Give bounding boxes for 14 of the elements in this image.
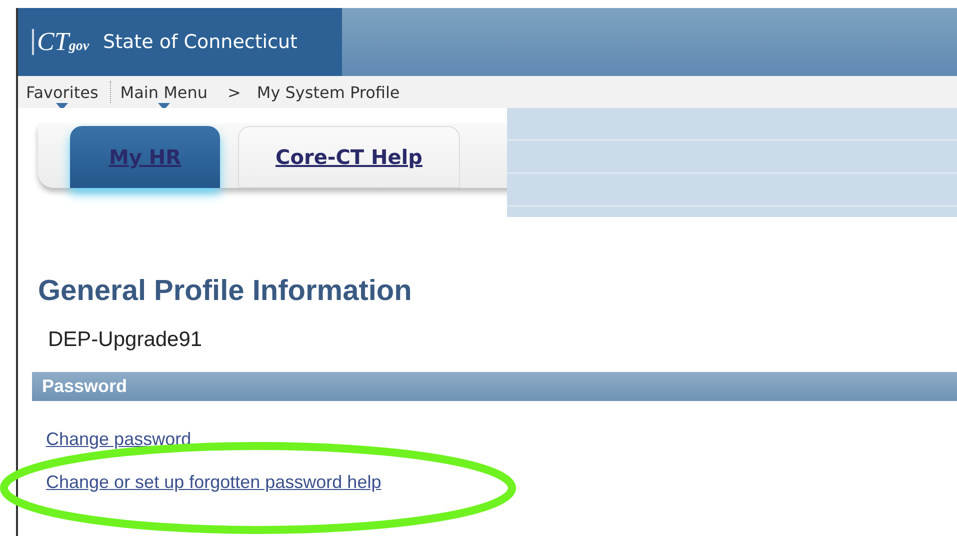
password-link[interactable]: Change password (46, 429, 192, 450)
section-header: Password (32, 372, 957, 401)
breadcrumb-separator: > (228, 82, 241, 102)
breadcrumb-current: My System Profile (256, 82, 400, 102)
site-title: State of Connecticut (103, 31, 298, 53)
menu-link[interactable]: Favorites (26, 74, 102, 110)
menu-link[interactable]: Main Menu (120, 74, 212, 110)
logo: CTgov (32, 29, 90, 55)
user-id: DEP-Upgrade91 (48, 328, 204, 352)
tab[interactable]: Core-CT Help (238, 126, 460, 188)
caret-icon (56, 103, 68, 110)
password-link[interactable]: Change or set up forgotten password help (46, 472, 382, 493)
caret-icon (158, 103, 170, 110)
page-heading: General Profile Information (38, 275, 413, 308)
